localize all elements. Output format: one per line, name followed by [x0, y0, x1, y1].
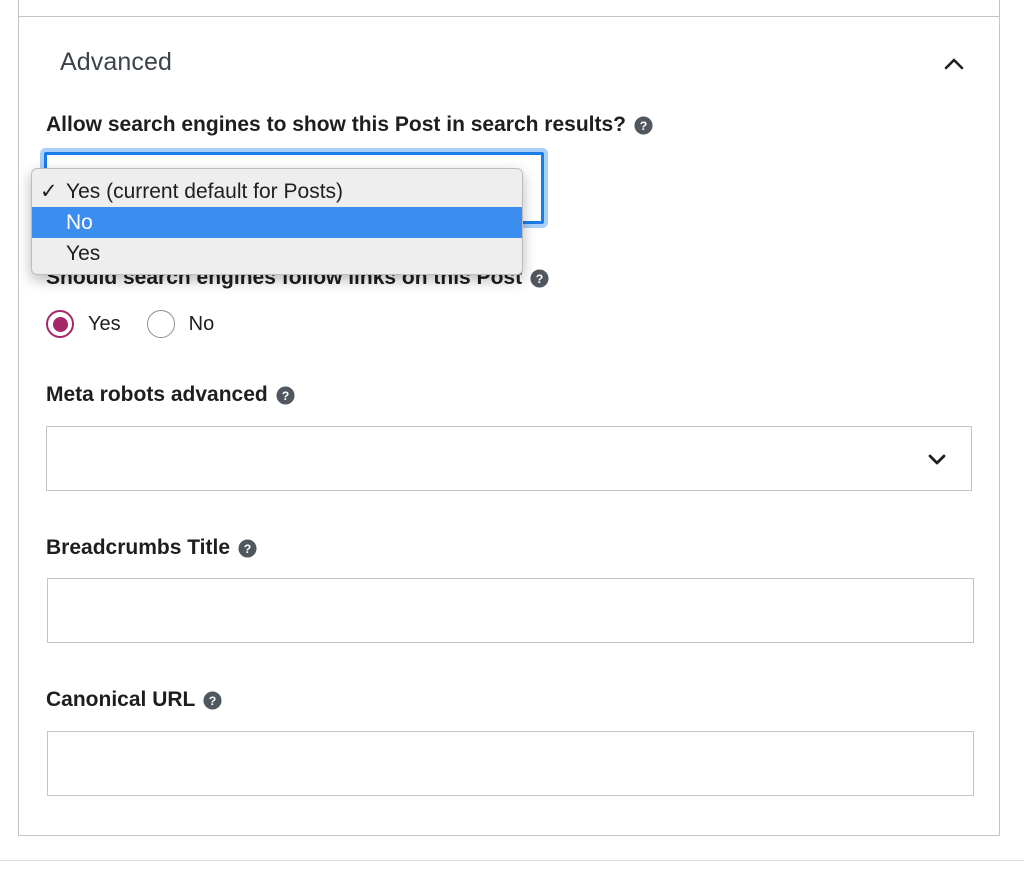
- follow-links-no-option[interactable]: No: [146, 310, 215, 338]
- question-circle-icon[interactable]: ?: [530, 268, 549, 288]
- breadcrumbs-title-input[interactable]: [47, 578, 974, 643]
- dropdown-option-label: No: [66, 211, 93, 234]
- dropdown-option-no[interactable]: No: [32, 207, 522, 238]
- question-circle-icon[interactable]: ?: [276, 385, 295, 405]
- canonical-url-input[interactable]: [47, 731, 974, 796]
- section-title: Advanced: [60, 48, 172, 76]
- follow-links-radio-group: Yes No: [46, 310, 240, 338]
- dropdown-option-label: Yes (current default for Posts): [66, 180, 344, 203]
- dropdown-option-default-yes[interactable]: ✓ Yes (current default for Posts): [32, 176, 522, 207]
- chevron-up-icon: [944, 58, 964, 70]
- collapse-section-button[interactable]: [936, 46, 972, 82]
- question-circle-icon[interactable]: ?: [238, 538, 257, 558]
- meta-robots-label-text: Meta robots advanced: [46, 383, 268, 406]
- advanced-settings-view: Advanced Allow search engines to show th…: [0, 0, 1024, 870]
- dropdown-option-label: Yes: [66, 242, 101, 265]
- page-divider: [0, 860, 1024, 861]
- radio-dot: [52, 316, 68, 332]
- breadcrumbs-title-label: Breadcrumbs Title ?: [46, 536, 257, 560]
- canonical-url-label-text: Canonical URL: [46, 688, 196, 711]
- dropdown-option-yes[interactable]: Yes: [32, 238, 522, 269]
- svg-text:?: ?: [281, 388, 289, 402]
- svg-text:?: ?: [536, 271, 544, 285]
- panel-divider: [18, 16, 1000, 17]
- radio-label-yes: Yes: [88, 312, 121, 335]
- question-circle-icon[interactable]: ?: [203, 690, 222, 710]
- svg-text:?: ?: [244, 541, 252, 555]
- meta-robots-label: Meta robots advanced ?: [46, 383, 295, 407]
- search-visibility-label: Allow search engines to show this Post i…: [46, 113, 653, 137]
- radio-button-yes[interactable]: [46, 310, 74, 338]
- svg-text:?: ?: [209, 693, 217, 707]
- question-circle-icon[interactable]: ?: [634, 115, 653, 135]
- canonical-url-label: Canonical URL ?: [46, 688, 222, 712]
- radio-label-no: No: [188, 312, 215, 335]
- radio-button-no[interactable]: [146, 310, 175, 338]
- follow-links-yes-option[interactable]: Yes: [46, 310, 121, 338]
- meta-robots-select[interactable]: [46, 426, 972, 491]
- search-visibility-label-text: Allow search engines to show this Post i…: [46, 113, 626, 136]
- svg-text:?: ?: [640, 118, 648, 132]
- search-visibility-dropdown: ✓ Yes (current default for Posts) No Yes: [31, 168, 523, 275]
- checkmark-icon: ✓: [40, 180, 58, 203]
- breadcrumbs-title-label-text: Breadcrumbs Title: [46, 536, 231, 559]
- chevron-down-icon: [928, 454, 946, 465]
